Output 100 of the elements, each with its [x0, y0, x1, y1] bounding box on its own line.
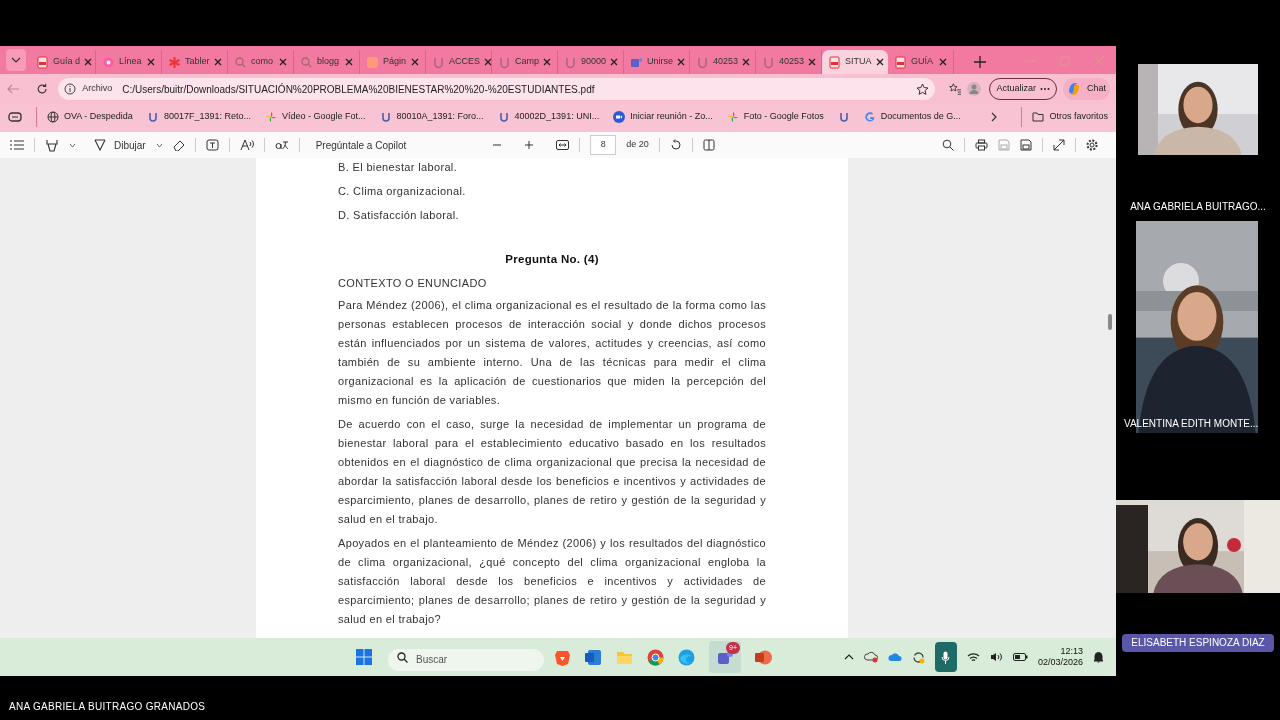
close-icon[interactable]: [610, 58, 619, 66]
eraser-icon[interactable]: [172, 139, 185, 151]
rotate-icon[interactable]: [669, 139, 682, 151]
battery-icon[interactable]: [1012, 653, 1028, 661]
flower-icon: [102, 55, 115, 69]
participant-name: ELISABETH ESPINOZA DIAZ: [1122, 634, 1274, 652]
bookmark-bar-icon[interactable]: [8, 112, 22, 122]
close-icon[interactable]: [742, 58, 751, 66]
reload-icon[interactable]: [36, 82, 49, 96]
sync-icon[interactable]: [911, 650, 925, 664]
chevron-right-icon[interactable]: [991, 112, 998, 122]
close-icon[interactable]: [875, 58, 884, 66]
volume-icon[interactable]: [989, 652, 1003, 662]
page-number-field[interactable]: 8: [590, 135, 617, 155]
question-title: Pregunta No. (4): [504, 252, 600, 267]
paragraph: Apoyados en el planteamiento de Méndez (2006) y los resultados del diagnóstico de clima organizacional, ¿qué concepto del clima organizacional engloba la satisfacción laboral desde los beneficios e incentivos y actividades de esparcimiento; planes de desarrollo; planes de retiro y gestión de la seguridad y salud en el trabajo?: [338, 536, 766, 628]
expand-icon[interactable]: [1053, 139, 1065, 151]
caret-icon[interactable]: [155, 142, 163, 148]
text-box-icon[interactable]: [205, 139, 219, 151]
browser-icon[interactable]: [647, 648, 664, 666]
search-field[interactable]: Buscar: [388, 648, 544, 671]
page-view-icon[interactable]: [702, 139, 715, 151]
url-text: C:/Users/buitr/Downloads/SITUACIÓN%20PROBLEMA%20BIENESTAR%20%20-%20ESTUDIANTES.pdf: [122, 82, 595, 97]
section-heading: CONTEXTO O ENUNCIADO: [338, 276, 488, 292]
bookmark-item[interactable]: Vídeo - Google Fot...: [259, 107, 371, 127]
presenter-name: ANA GABRIELA BUITRAGO GRANADOS: [9, 700, 206, 714]
paragraph: Para Méndez (2006), el clima organizacional es el resultado de la forma como las personas establecen procesos de interacción social y donde dichos procesos están influenciados por un sistema de valores, actitudes y creencias, así como también de su ambiente interno. Una de las técnicas para medir el clima organizacional es la aplicación de cuestionarios que miden la percepción del mismo en función de variables.: [338, 298, 766, 409]
document-icon: [894, 55, 907, 69]
address-field[interactable]: Archivo C:/Users/buitr/Downloads/SITUACIÓN%20PROBLEMA%20BIENESTAR%20%20-%20ESTUDIANTES.pdf: [58, 78, 936, 100]
close-icon[interactable]: [677, 58, 685, 66]
globe-icon: [47, 111, 59, 123]
info-icon: [64, 83, 77, 95]
u-logo-icon: [379, 111, 392, 123]
u-logo-icon: [696, 55, 709, 69]
settings-icon[interactable]: [1086, 139, 1098, 151]
word-icon[interactable]: [585, 648, 602, 666]
bookmark-item[interactable]: Documentos de G...: [858, 107, 966, 127]
clock[interactable]: 12:13 02/03/2026: [1037, 646, 1083, 668]
bookmark-item[interactable]: OVA - Despedida: [36, 107, 138, 127]
copilot-button[interactable]: Pregúntale a Copilot: [315, 137, 407, 153]
fit-width-icon[interactable]: [556, 140, 570, 150]
teams-icon: [630, 55, 643, 69]
favorites-icon[interactable]: [949, 82, 962, 96]
bookmark-item[interactable]: 80010A_1391: Foro...: [374, 107, 489, 127]
microphone-button[interactable]: [934, 642, 957, 672]
u-logo-icon: [498, 55, 511, 69]
bookmark-item[interactable]: 80017F_1391: Reto...: [141, 107, 256, 127]
page-total: de 20: [626, 138, 649, 152]
participant-name: ANA GABRIELA BUITRAGO...: [1129, 200, 1267, 214]
search-icon: [234, 55, 247, 69]
u-logo-icon: [497, 111, 510, 123]
asterisk-icon: [168, 55, 181, 69]
u-logo-icon: [432, 55, 445, 69]
scrollbar[interactable]: [1108, 314, 1112, 330]
read-aloud-icon[interactable]: [239, 139, 254, 151]
save-as-icon[interactable]: [1020, 139, 1032, 151]
cloud-icon[interactable]: [887, 652, 902, 662]
close-icon[interactable]: [345, 58, 353, 66]
close-icon[interactable]: [411, 58, 419, 66]
close-icon[interactable]: [543, 58, 551, 66]
u-logo-icon: [762, 55, 775, 69]
close-icon[interactable]: [939, 58, 947, 66]
close-icon[interactable]: [84, 58, 93, 66]
u-logo-icon: [564, 55, 577, 69]
caret-icon[interactable]: [69, 142, 76, 148]
bookmark-folder[interactable]: Otros favoritos: [1021, 107, 1108, 127]
answer-option: C. Clima organizacional.: [338, 183, 766, 199]
u-logo-icon: [837, 111, 850, 123]
close-icon[interactable]: [484, 58, 492, 66]
chat-button[interactable]: Chat: [1062, 78, 1110, 100]
notification-bell-icon[interactable]: [1093, 651, 1104, 663]
lion-shield-icon[interactable]: [554, 648, 571, 666]
chevron-up-icon[interactable]: [843, 654, 854, 660]
pen-icon: [94, 139, 106, 151]
bookmark-item[interactable]: 40002D_1391: UNI...: [492, 107, 605, 127]
translate-icon[interactable]: [274, 139, 289, 151]
bookmark-item[interactable]: Iniciar reunión - Zo...: [608, 107, 718, 127]
close-icon[interactable]: [147, 58, 155, 66]
highlighter-icon[interactable]: [45, 138, 59, 152]
close-icon[interactable]: [808, 58, 817, 66]
pinwheel-icon: [726, 111, 739, 123]
print-icon[interactable]: [975, 139, 988, 151]
search-icon: [397, 651, 408, 663]
zoom-in-icon[interactable]: [524, 140, 535, 150]
rounded-square-icon: [366, 55, 379, 69]
start-icon[interactable]: [356, 649, 372, 665]
slides-icon[interactable]: [755, 648, 772, 666]
new-tab-icon[interactable]: [974, 56, 986, 68]
microphone-icon: [941, 650, 951, 664]
contents-icon[interactable]: [10, 140, 24, 150]
close-icon[interactable]: [279, 58, 287, 66]
draw-button[interactable]: Dibujar: [94, 137, 146, 153]
browser-tab[interactable]: SITUA: [822, 50, 888, 74]
cloud-error-icon[interactable]: [863, 651, 878, 663]
bookmark-item[interactable]: Foto - Google Fotos: [721, 107, 829, 127]
close-icon[interactable]: [213, 58, 222, 66]
search-icon[interactable]: [942, 139, 954, 151]
g-logo-icon: [863, 111, 876, 123]
star-icon[interactable]: [916, 82, 930, 96]
wifi-icon[interactable]: [966, 652, 980, 662]
